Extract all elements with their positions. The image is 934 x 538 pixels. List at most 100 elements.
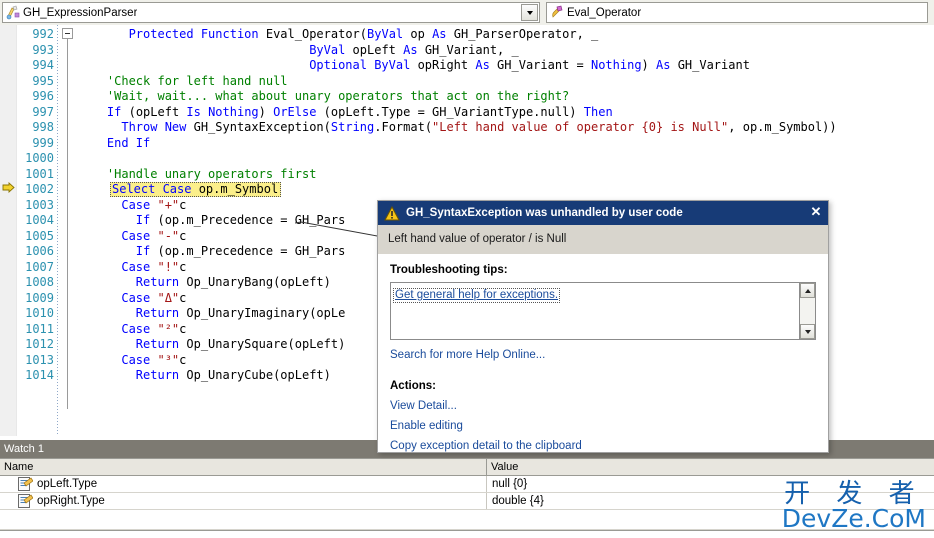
watch-empty-row[interactable]: [0, 510, 934, 530]
line-number: 1006: [25, 244, 54, 258]
code-text: Return Op_UnaryBang(opLeft): [135, 275, 331, 289]
exception-message: Left hand value of operator / is Null: [378, 225, 828, 254]
code-line[interactable]: 1001 'Handle unary operators first: [0, 167, 934, 183]
code-text: Case "!"c: [121, 259, 187, 274]
code-text: Protected Function Eval_Operator(ByVal o…: [128, 27, 599, 41]
line-number: 992: [32, 27, 54, 41]
action-enable-editing[interactable]: Enable editing: [390, 420, 816, 432]
scroll-down-arrow-icon[interactable]: [800, 324, 815, 339]
member-dropdown[interactable]: Eval_Operator: [546, 2, 928, 23]
watch-name-cell[interactable]: opLeft.Type: [0, 476, 487, 492]
exception-assistant-dialog[interactable]: GH_SyntaxException was unhandled by user…: [377, 200, 829, 453]
code-line[interactable]: 998 Throw New GH_SyntaxException(String.…: [0, 120, 934, 136]
line-number: 993: [32, 42, 54, 57]
watch-value-cell[interactable]: double {4}: [487, 493, 934, 509]
dialog-title-bar: GH_SyntaxException was unhandled by user…: [378, 201, 828, 225]
line-number: 994: [32, 58, 54, 72]
code-line[interactable]: 996 'Wait, wait... what about unary oper…: [0, 89, 934, 105]
watch-panel: Watch 1 Name Value opLeft.Type null {0} op…: [0, 440, 934, 538]
troubleshooting-tips-heading: Troubleshooting tips:: [390, 264, 508, 276]
class-icon: [5, 5, 21, 21]
code-text: Return Op_UnarySquare(opLeft): [135, 337, 346, 351]
line-number: 1010: [25, 306, 54, 320]
line-number: 1014: [25, 368, 54, 382]
class-dropdown-label: GH_ExpressionParser: [23, 6, 138, 19]
tips-scrollbar[interactable]: [799, 283, 815, 339]
line-number: 1001: [25, 166, 54, 181]
code-text: 'Handle unary operators first: [78, 166, 317, 181]
current-statement-arrow-icon: [2, 182, 15, 193]
watch-tab-label: Watch 1: [4, 443, 44, 455]
warning-triangle-icon: [384, 205, 400, 221]
line-number: 1009: [25, 290, 54, 305]
method-icon: [549, 5, 565, 21]
table-row[interactable]: opRight.Type double {4}: [0, 493, 934, 510]
scrollbar-track[interactable]: [800, 298, 815, 324]
scroll-up-arrow-icon[interactable]: [800, 283, 815, 298]
code-text: End If: [106, 135, 151, 150]
dialog-title: GH_SyntaxException was unhandled by user…: [406, 207, 683, 219]
watch-grid-header: Name Value: [0, 459, 934, 476]
code-text: Return Op_UnaryImaginary(opLe: [135, 306, 346, 320]
code-text: If (op.m_Precedence = GH_Pars: [135, 213, 346, 227]
code-line[interactable]: 1000: [0, 151, 934, 167]
chevron-down-icon[interactable]: [521, 4, 538, 21]
code-line[interactable]: 992 Protected Function Eval_Operator(ByV…: [0, 27, 934, 43]
line-number: 996: [32, 89, 54, 103]
code-line[interactable]: 993 ByVal opLeft As GH_Variant, _: [0, 43, 934, 59]
watch-grid[interactable]: Name Value opLeft.Type null {0} opRight.Ty…: [0, 458, 934, 538]
class-dropdown[interactable]: GH_ExpressionParser: [2, 2, 540, 23]
code-text: If (op.m_Precedence = GH_Pars: [135, 244, 346, 258]
code-text: Case "²"c: [121, 321, 187, 336]
line-number: 1013: [25, 352, 54, 367]
line-number: 997: [32, 104, 54, 119]
line-number: 998: [32, 120, 54, 134]
editor-navigation-bar: GH_ExpressionParser Eval_Operator: [0, 0, 934, 25]
watch-name-text: opLeft.Type: [37, 478, 98, 490]
code-line[interactable]: 997 If (opLeft Is Nothing) OrElse (opLef…: [0, 105, 934, 121]
close-icon[interactable]: ✕: [808, 205, 824, 221]
tab-watch-1[interactable]: Watch 1: [0, 440, 54, 458]
watch-variable-icon: [18, 494, 34, 508]
line-number: 1004: [25, 213, 54, 227]
code-line[interactable]: 994 Optional ByVal opRight As GH_Variant…: [0, 58, 934, 74]
column-header-value[interactable]: Value: [487, 459, 934, 475]
code-text: If (opLeft Is Nothing) OrElse (opLeft.Ty…: [106, 104, 613, 119]
watch-name-cell[interactable]: opRight.Type: [0, 493, 487, 509]
code-text: Case "+"c: [121, 197, 187, 212]
code-text: Case "-"c: [121, 228, 187, 243]
code-text: Return Op_UnaryCube(opLeft): [135, 368, 331, 382]
watch-value-cell[interactable]: null {0}: [487, 476, 934, 492]
code-line[interactable]: 999 End If: [0, 136, 934, 152]
current-statement-text: Select Case op.m_Symbol: [112, 182, 279, 196]
line-number: 999: [32, 135, 54, 150]
code-line[interactable]: 1002 Select Case op.m_Symbol: [0, 182, 934, 198]
troubleshooting-tips-list[interactable]: Get general help for exceptions.: [390, 282, 816, 340]
watch-rows: opLeft.Type null {0} opRight.Type double {4…: [0, 476, 934, 510]
code-text: Case "³"c: [121, 352, 187, 367]
search-help-online-link[interactable]: Search for more Help Online...: [390, 349, 816, 361]
column-header-name[interactable]: Name: [0, 459, 487, 475]
visual-studio-debug-window: GH_ExpressionParser Eval_Operator 992 Pr…: [0, 0, 934, 538]
grid-divider: [0, 530, 934, 531]
line-number: 1008: [25, 275, 54, 289]
watch-name-text: opRight.Type: [37, 495, 105, 507]
actions-heading: Actions:: [390, 380, 436, 392]
action-view-detail[interactable]: View Detail...: [390, 400, 816, 412]
code-text: Case "Δ"c: [121, 290, 187, 305]
code-text: 'Check for left hand null: [78, 73, 288, 88]
dialog-body: Troubleshooting tips: Get general help f…: [378, 254, 828, 452]
table-row[interactable]: opLeft.Type null {0}: [0, 476, 934, 493]
line-number: 1007: [25, 259, 54, 274]
code-text: Throw New GH_SyntaxException(String.Form…: [121, 120, 837, 134]
line-number: 1005: [25, 228, 54, 243]
tip-link-general-help[interactable]: Get general help for exceptions.: [393, 288, 561, 303]
action-copy-exception-detail[interactable]: Copy exception detail to the clipboard: [390, 440, 816, 452]
line-number: 1000: [25, 151, 54, 165]
line-number: 1003: [25, 197, 54, 212]
line-number: 1012: [25, 337, 54, 351]
code-line[interactable]: 995 'Check for left hand null: [0, 74, 934, 90]
code-text: 'Wait, wait... what about unary operator…: [78, 89, 570, 103]
watch-variable-icon: [18, 477, 34, 491]
line-number: 1002: [25, 182, 54, 196]
